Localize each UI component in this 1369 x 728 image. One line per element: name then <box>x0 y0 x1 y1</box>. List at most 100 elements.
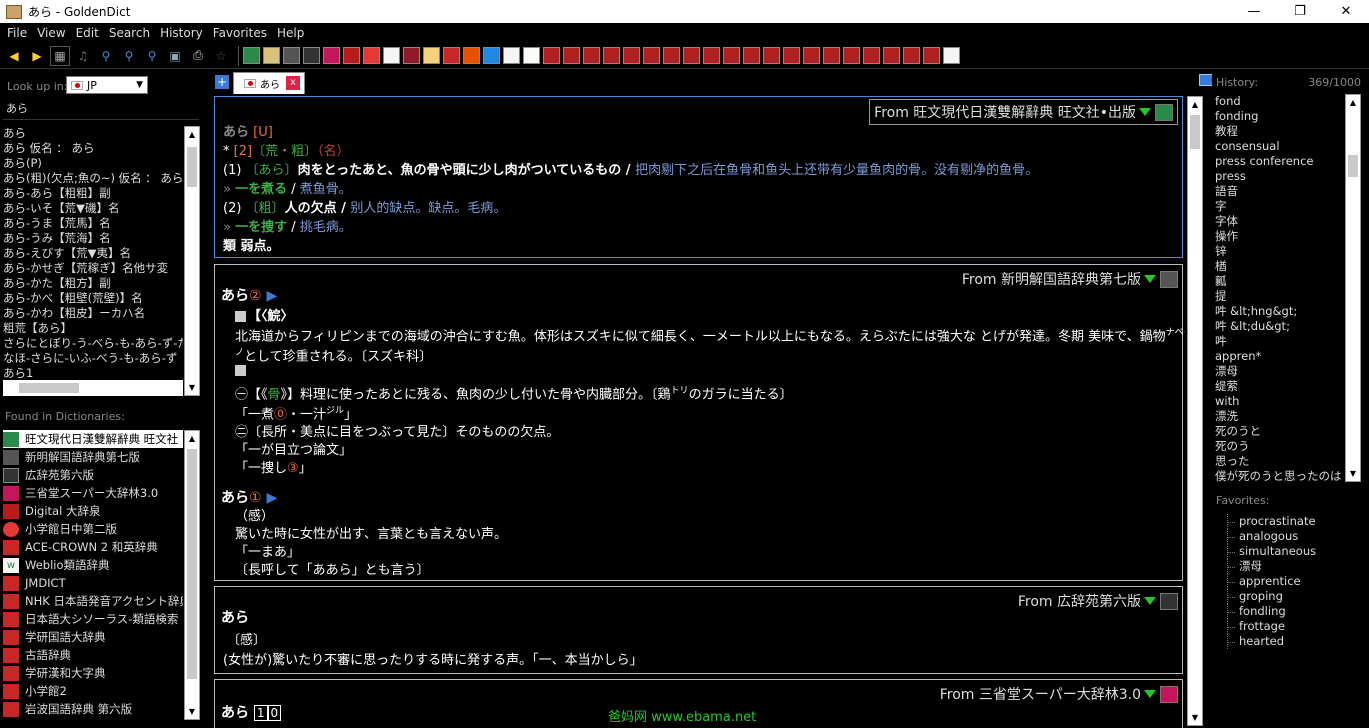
list-item[interactable]: ACE-CROWN 2 和英辞典 <box>3 538 183 556</box>
list-item[interactable]: appren* <box>1215 349 1345 364</box>
list-item[interactable]: 小学館2 <box>3 682 183 700</box>
dictionary-list-scrollbar[interactable]: ▲ ▼ <box>184 430 200 720</box>
list-item[interactable]: 三省堂スーパー大辞林3.0 <box>3 484 183 502</box>
print-icon[interactable]: ⎙ <box>188 46 208 66</box>
list-item[interactable]: fond <box>1215 94 1345 109</box>
list-item[interactable]: 岩波国語辞典 第六版 <box>3 700 183 718</box>
pronounce-icon[interactable]: ♫ <box>73 46 93 66</box>
scroll-down-icon[interactable]: ▼ <box>1346 466 1360 481</box>
zoom-base-icon[interactable]: ⚲ <box>142 46 162 66</box>
history-scrollbar[interactable]: ▲ ▼ <box>1345 94 1361 482</box>
back-icon[interactable]: ◀ <box>4 46 24 66</box>
list-item[interactable]: あら-あら【粗粗】副 <box>3 186 183 201</box>
dictionary-icon[interactable] <box>603 47 620 64</box>
list-item[interactable]: 新明解国語辞典第七版 <box>3 448 183 466</box>
list-item[interactable]: 楢 <box>1215 259 1345 274</box>
dictionary-icon[interactable] <box>263 47 280 64</box>
list-item[interactable]: あら(P) <box>3 156 183 171</box>
list-item[interactable]: with <box>1215 394 1345 409</box>
menu-edit[interactable]: Edit <box>71 26 104 40</box>
scan-popup-icon[interactable]: ▦ <box>50 45 70 66</box>
list-item[interactable]: procrastinate <box>1224 514 1364 529</box>
dictionary-icon[interactable] <box>743 47 760 64</box>
play-sound-icon[interactable]: ▶ <box>266 288 277 304</box>
scroll-up-icon[interactable]: ▲ <box>1188 97 1202 112</box>
dictionary-icon[interactable] <box>783 47 800 64</box>
list-item[interactable]: 教程 <box>1215 124 1345 139</box>
list-item[interactable]: Digital 大辞泉 <box>3 502 183 520</box>
list-item[interactable]: 広辞苑第六版 <box>3 466 183 484</box>
list-item[interactable]: apprentice <box>1224 574 1364 589</box>
list-item[interactable]: 学研国語大辞典 <box>3 628 183 646</box>
list-item[interactable]: 缇萦 <box>1215 379 1345 394</box>
menu-help[interactable]: Help <box>272 26 309 40</box>
list-item[interactable]: 語音 <box>1215 184 1345 199</box>
dictionary-icon[interactable] <box>803 47 820 64</box>
dictionary-icon[interactable] <box>943 47 960 64</box>
dictionary-icon[interactable] <box>903 47 920 64</box>
list-item[interactable]: fonding <box>1215 109 1345 124</box>
list-item[interactable]: 死のうと <box>1215 424 1345 439</box>
list-item[interactable]: 瓤 <box>1215 274 1345 289</box>
dictionary-icon[interactable] <box>563 47 580 64</box>
scroll-thumb[interactable] <box>1190 115 1200 149</box>
dictionary-icon[interactable] <box>423 47 440 64</box>
list-item[interactable]: あら-いそ【荒▼磯】名 <box>3 201 183 216</box>
zoom-out-icon[interactable]: ⚲ <box>119 46 139 66</box>
scroll-up-icon[interactable]: ▲ <box>1346 95 1360 110</box>
save-icon[interactable]: ▣ <box>165 46 185 66</box>
list-item[interactable]: press <box>1215 169 1345 184</box>
scroll-up-icon[interactable]: ▲ <box>185 127 199 142</box>
list-item[interactable]: simultaneous <box>1224 544 1364 559</box>
collapse-arrow-icon[interactable] <box>1144 275 1156 283</box>
scroll-thumb[interactable] <box>187 147 197 187</box>
dictionary-icon[interactable] <box>583 47 600 64</box>
dictionary-icon[interactable] <box>923 47 940 64</box>
favorite-star-icon[interactable]: ☆ <box>211 46 231 66</box>
close-tab-button[interactable]: x <box>286 76 300 90</box>
minimize-button[interactable]: — <box>1231 0 1277 23</box>
list-item[interactable]: 漂母 <box>1224 559 1364 574</box>
list-item[interactable]: hearted <box>1224 634 1364 649</box>
list-item[interactable]: あら-かせぎ【荒稼ぎ】名他サ変 <box>3 261 183 276</box>
scroll-down-icon[interactable]: ▼ <box>1188 710 1202 725</box>
menu-history[interactable]: History <box>155 26 208 40</box>
list-item[interactable]: あら(粗)(欠点;魚の~) 仮名 ： あら <box>3 171 183 186</box>
list-item[interactable]: w Weblio類語辞典 <box>3 556 183 574</box>
close-window-button[interactable]: ✕ <box>1323 0 1369 23</box>
list-item[interactable]: frottage <box>1224 619 1364 634</box>
scroll-thumb[interactable] <box>1348 155 1358 177</box>
dictionary-icon[interactable] <box>303 47 320 64</box>
zoom-in-icon[interactable]: ⚲ <box>96 46 116 66</box>
dictionary-icon[interactable] <box>623 47 640 64</box>
history-list[interactable]: fond fonding 教程 consensual press confere… <box>1215 94 1345 482</box>
list-item[interactable]: press conference <box>1215 154 1345 169</box>
list-item[interactable]: 小学館日中第二版 <box>3 520 183 538</box>
list-item[interactable]: あら-かべ【粗壁(荒壁)】名 <box>3 291 183 306</box>
article-source-header[interactable]: From 広辞苑第六版 <box>1018 591 1178 611</box>
dictionary-icon[interactable] <box>463 47 480 64</box>
collapse-arrow-icon[interactable] <box>1144 690 1156 698</box>
dictionary-icon[interactable] <box>843 47 860 64</box>
list-item[interactable]: 日本語大シソーラス-類語検索 <box>3 610 183 628</box>
list-item[interactable]: 僕が死のうと思ったのは <box>1215 469 1345 482</box>
list-item[interactable]: あら-かわ【粗皮】ーカハ名 <box>3 306 183 321</box>
list-item[interactable]: 粗荒【あら】 <box>3 321 183 336</box>
list-item[interactable]: 操作 <box>1215 229 1345 244</box>
list-item[interactable]: なほ-さらに-いふ-べう-も-あら-ず【なほ <box>3 351 183 366</box>
list-item[interactable]: 锌 <box>1215 244 1345 259</box>
scroll-down-icon[interactable]: ▼ <box>185 380 199 395</box>
hscroll-thumb[interactable] <box>19 383 79 393</box>
dictionary-icon[interactable] <box>383 47 400 64</box>
list-item[interactable]: 字 <box>1215 199 1345 214</box>
list-item[interactable]: 字体 <box>1215 214 1345 229</box>
menu-favorites[interactable]: Favorites <box>208 26 272 40</box>
dictionary-icon[interactable] <box>823 47 840 64</box>
dictionary-icon[interactable] <box>483 47 500 64</box>
article-source-header[interactable]: From 新明解国語辞典第七版 <box>962 269 1178 289</box>
list-item[interactable]: あら-えびす【荒▼夷】名 <box>3 246 183 261</box>
list-item[interactable]: 吽 <box>1215 334 1345 349</box>
scroll-down-icon[interactable]: ▼ <box>185 704 199 719</box>
dictionary-list[interactable]: 旺文現代日漢雙解辭典 旺文社 新明解国語辞典第七版 広辞苑第六版 三省堂スーパー… <box>3 430 183 728</box>
dictionary-icon[interactable] <box>683 47 700 64</box>
